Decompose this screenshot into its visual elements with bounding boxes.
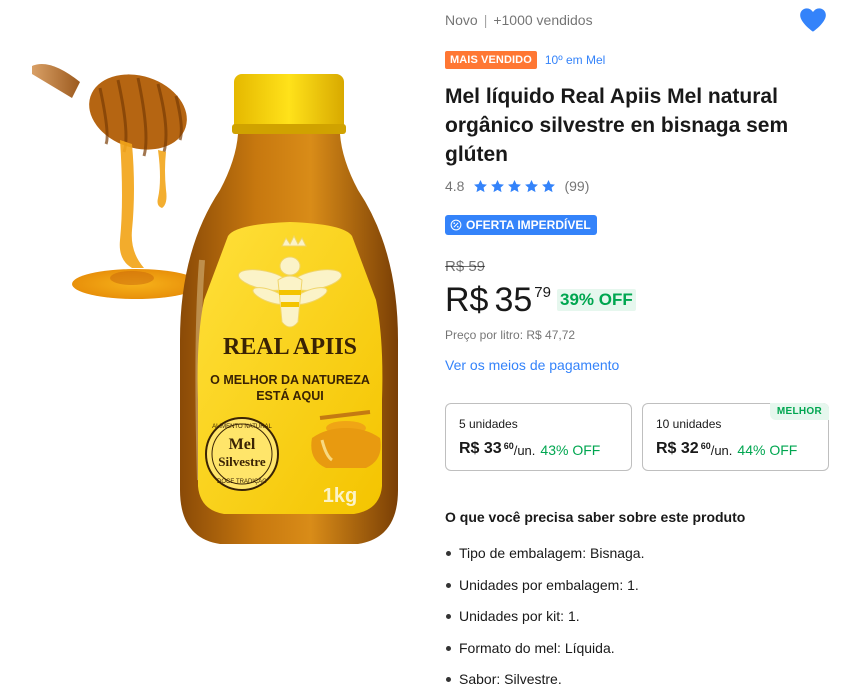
rating-stars [473,179,556,194]
spec-text: Formato do mel: Líquida. [459,639,615,656]
rating-summary[interactable]: 4.8 (99) [445,178,589,194]
price-integer: 35 [494,281,533,319]
best-seller-badge: MAIS VENDIDO [445,51,537,69]
badges-row: MAIS VENDIDO 10º em Mel [445,51,605,69]
star-icon [542,179,556,192]
price-currency: R$ [445,281,489,319]
honey-dipper-illustration [32,64,200,299]
original-price: R$ 59 [445,258,486,275]
subtitle-separator: | [483,12,488,28]
bulk-option-qty: 5 unidades [459,417,518,431]
bullet-icon [446,614,451,619]
favorite-button[interactable] [799,7,827,33]
label-slogan-2: ESTÁ AQUI [256,388,324,403]
list-item: Unidades por kit: 1. [445,608,644,640]
star-icon [525,179,539,192]
bulk-option-unit: /un. [710,443,733,458]
discount-label: 39% OFF [556,289,636,311]
bullet-icon [446,551,451,556]
bulk-options: 5 unidades R$ 33 60 /un. 43% OFF MELHOR … [445,403,829,471]
category-rank-link[interactable]: 10º em Mel [545,53,605,67]
discount-tag-icon [450,219,462,231]
list-item: Sabor: Silvestre. [445,671,644,696]
spec-text: Unidades por kit: 1. [459,608,580,624]
bulk-option-5[interactable]: 5 unidades R$ 33 60 /un. 43% OFF [445,403,632,471]
mel-silvestre-seal: ALIMENTO NATURAL Mel Silvestre DOCE TRAD… [205,417,279,491]
star-icon [474,179,488,192]
heart-icon [800,8,826,32]
deal-badge: OFERTA IMPERDÍVEL [445,215,597,235]
spec-text: Sabor: Silvestre. [459,671,562,687]
best-option-tag: MELHOR [769,403,829,420]
star-icon [508,179,522,192]
list-item: Unidades por embalagem: 1. [445,577,644,609]
price-per-liter: Preço por litro: R$ 47,72 [445,328,576,342]
seal-top-text: ALIMENTO NATURAL [212,424,272,430]
payment-methods-link[interactable]: Ver os meios de pagamento [445,357,619,373]
bulk-option-cents: 60 [503,441,514,451]
spec-text: Unidades por embalagem: 1. [459,576,639,593]
rating-score: 4.8 [445,178,465,194]
sold-count-text: +1000 vendidos [493,12,593,28]
bulk-option-unit: /un. [513,443,536,458]
bullet-icon [446,645,451,651]
star-icon [491,179,505,192]
review-count: (99) [564,178,590,194]
price-cents: 79 [534,284,551,301]
bulk-option-discount: 43% OFF [540,442,601,458]
bullet-icon [446,677,451,682]
honey-bottle-illustration: REAL APIIS O MELHOR DA NATUREZA ESTÁ AQU… [180,74,398,544]
list-item: Formato do mel: Líquida. [445,640,644,672]
product-subtitle: Novo | +1000 vendidos [445,12,593,28]
bulk-option-discount: 44% OFF [737,442,798,458]
label-weight: 1kg [323,485,357,507]
bulk-option-10[interactable]: MELHOR 10 unidades R$ 32 60 /un. 44% OFF [642,403,829,471]
deal-badge-label: OFERTA IMPERDÍVEL [466,218,591,232]
bullet-icon [446,582,451,588]
bulk-option-price: R$ 33 [459,440,502,457]
label-brand: REAL APIIS [223,334,357,360]
specs-list: Tipo de embalagem: Bisnaga. Unidades por… [445,545,644,696]
bulk-option-cents: 60 [700,441,711,451]
product-title: Mel líquido Real Apiis Mel natural orgân… [445,85,789,166]
seal-bottom-text: DOCE TRADIÇÃO [217,478,267,485]
condition-text: Novo [445,12,478,28]
bulk-option-price: R$ 32 [656,440,699,457]
seal-line-1: Mel [229,436,256,453]
label-slogan-1: O MELHOR DA NATUREZA [210,373,370,387]
seal-line-2: Silvestre [218,454,266,469]
list-item: Tipo de embalagem: Bisnaga. [445,545,644,577]
product-image[interactable]: REAL APIIS O MELHOR DA NATUREZA ESTÁ AQU… [20,40,425,560]
specs-heading: O que você precisa saber sobre este prod… [445,509,746,525]
current-price: R$ 35 79 39% OFF [445,280,636,320]
bulk-option-qty: 10 unidades [656,417,722,431]
spec-text: Tipo de embalagem: Bisnaga. [459,545,645,561]
